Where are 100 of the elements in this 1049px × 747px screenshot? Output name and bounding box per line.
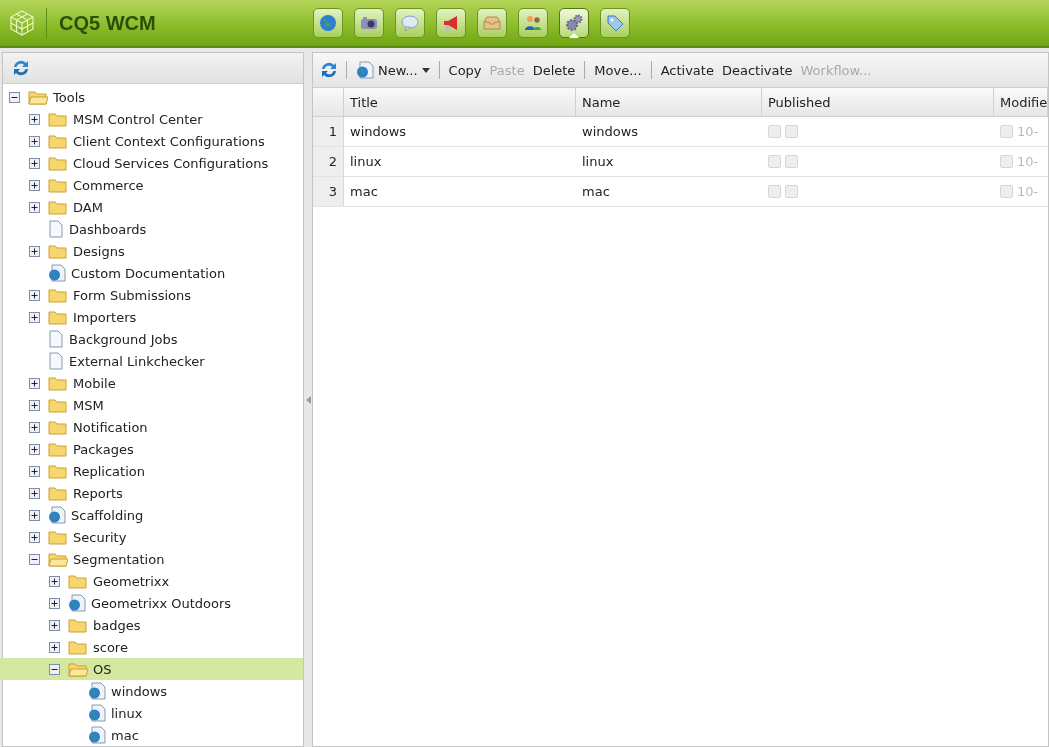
cubes-logo-icon bbox=[8, 9, 36, 37]
toolbar-button[interactable]: Activate bbox=[658, 62, 716, 78]
expand-icon[interactable] bbox=[29, 311, 40, 323]
expand-icon[interactable] bbox=[49, 619, 60, 631]
gears-icon bbox=[564, 13, 584, 33]
users-icon bbox=[523, 13, 543, 33]
tree-item[interactable]: Commerce bbox=[23, 174, 303, 196]
tree-item[interactable]: linux bbox=[63, 702, 303, 724]
inbox-icon bbox=[482, 13, 502, 33]
new-menu-button[interactable]: New... bbox=[354, 61, 432, 79]
tree-item[interactable]: Dashboards bbox=[23, 218, 303, 240]
page-icon bbox=[48, 352, 64, 370]
tree-item[interactable]: MSM Control Center bbox=[23, 108, 303, 130]
tree-item[interactable]: mac bbox=[63, 724, 303, 746]
expand-icon[interactable] bbox=[29, 245, 40, 257]
collapse-icon[interactable] bbox=[9, 91, 20, 103]
table-cell-text: windows bbox=[349, 123, 408, 141]
expand-icon[interactable] bbox=[29, 421, 40, 433]
status-box-icon bbox=[785, 125, 798, 138]
expand-icon[interactable] bbox=[29, 487, 40, 499]
column-header[interactable]: Modifie bbox=[994, 88, 1048, 116]
folder-icon bbox=[48, 485, 68, 501]
expand-icon[interactable] bbox=[29, 377, 40, 389]
expand-icon[interactable] bbox=[29, 157, 40, 169]
row-number: 1 bbox=[313, 117, 344, 146]
nav-button[interactable] bbox=[518, 8, 548, 38]
table-cell-text: windows bbox=[581, 123, 640, 141]
expand-icon[interactable] bbox=[29, 465, 40, 477]
folder-icon bbox=[48, 397, 68, 413]
refresh-icon[interactable] bbox=[11, 58, 31, 78]
collapse-icon[interactable] bbox=[49, 663, 60, 675]
expand-icon[interactable] bbox=[29, 289, 40, 301]
tree-item[interactable]: Replication bbox=[23, 460, 303, 482]
collapse-icon[interactable] bbox=[29, 553, 40, 565]
tree-item[interactable]: Tools bbox=[3, 86, 303, 108]
folder-icon bbox=[48, 243, 68, 259]
tree-item[interactable]: Cloud Services Configurations bbox=[23, 152, 303, 174]
column-header[interactable]: Title bbox=[344, 88, 576, 116]
status-box-icon bbox=[785, 155, 798, 168]
globe-page-icon bbox=[68, 594, 86, 612]
tree-item[interactable]: windows bbox=[63, 680, 303, 702]
tree-item[interactable]: Form Submissions bbox=[23, 284, 303, 306]
tree-item[interactable]: Importers bbox=[23, 306, 303, 328]
tree-item[interactable]: Segmentation bbox=[23, 548, 303, 570]
tree-item[interactable]: Security bbox=[23, 526, 303, 548]
tree-item[interactable]: Custom Documentation bbox=[23, 262, 303, 284]
page-icon bbox=[48, 330, 64, 348]
toolbar-button[interactable]: Move... bbox=[592, 62, 644, 78]
expand-icon[interactable] bbox=[29, 113, 40, 125]
tree-item[interactable]: Client Context Configurations bbox=[23, 130, 303, 152]
toolbar-button[interactable]: Copy bbox=[446, 62, 484, 78]
tree-item[interactable]: score bbox=[43, 636, 303, 658]
tree-item[interactable]: Background Jobs bbox=[23, 328, 303, 350]
tree-item[interactable]: Designs bbox=[23, 240, 303, 262]
expand-icon[interactable] bbox=[29, 179, 40, 191]
tree-item[interactable]: Geometrixx Outdoors bbox=[43, 592, 303, 614]
tree-item[interactable]: Geometrixx bbox=[43, 570, 303, 592]
expand-icon[interactable] bbox=[29, 443, 40, 455]
row-number: 2 bbox=[313, 147, 344, 176]
expand-icon[interactable] bbox=[49, 597, 60, 609]
expand-icon[interactable] bbox=[29, 399, 40, 411]
tree-item[interactable]: Notification bbox=[23, 416, 303, 438]
tree-item[interactable]: MSM bbox=[23, 394, 303, 416]
tree-item[interactable]: OS bbox=[0, 658, 303, 680]
status-box-icon bbox=[768, 185, 781, 198]
expand-icon[interactable] bbox=[49, 641, 60, 653]
tree-item[interactable]: External Linkchecker bbox=[23, 350, 303, 372]
tree-item[interactable]: badges bbox=[43, 614, 303, 636]
toolbar-button[interactable]: Deactivate bbox=[719, 62, 795, 78]
folder-icon bbox=[48, 111, 68, 127]
tree-item[interactable]: Mobile bbox=[23, 372, 303, 394]
expand-icon[interactable] bbox=[29, 531, 40, 543]
caret-icon bbox=[421, 67, 430, 73]
status-box-icon bbox=[1000, 185, 1013, 198]
nav-button[interactable] bbox=[354, 8, 384, 38]
refresh-icon[interactable] bbox=[319, 60, 339, 80]
toolbar-button[interactable]: Delete bbox=[530, 62, 578, 78]
tree-item[interactable]: Reports bbox=[23, 482, 303, 504]
product-name: CQ5 WCM bbox=[59, 11, 157, 35]
nav-button[interactable] bbox=[559, 8, 589, 38]
expand-icon[interactable] bbox=[29, 201, 40, 213]
status-box-icon bbox=[768, 155, 781, 168]
open-folder-icon bbox=[68, 661, 88, 677]
expand-icon[interactable] bbox=[49, 575, 60, 587]
tree-item[interactable]: Scaffolding bbox=[23, 504, 303, 526]
tree-item[interactable]: Packages bbox=[23, 438, 303, 460]
tree-item[interactable]: DAM bbox=[23, 196, 303, 218]
nav-button[interactable] bbox=[436, 8, 466, 38]
table-cell: 10- bbox=[1017, 184, 1039, 199]
table-cell: 10- bbox=[1017, 154, 1039, 169]
table-cell: 10- bbox=[1017, 124, 1039, 139]
expand-icon[interactable] bbox=[29, 135, 40, 147]
column-header[interactable]: Published bbox=[762, 88, 994, 116]
table-cell-text: linux bbox=[349, 153, 383, 171]
table-cell-text: mac bbox=[349, 183, 379, 201]
status-box-icon bbox=[785, 185, 798, 198]
folder-icon bbox=[48, 199, 68, 215]
expand-icon[interactable] bbox=[29, 509, 40, 521]
folder-icon bbox=[48, 419, 68, 435]
column-header[interactable]: Name bbox=[576, 88, 762, 116]
